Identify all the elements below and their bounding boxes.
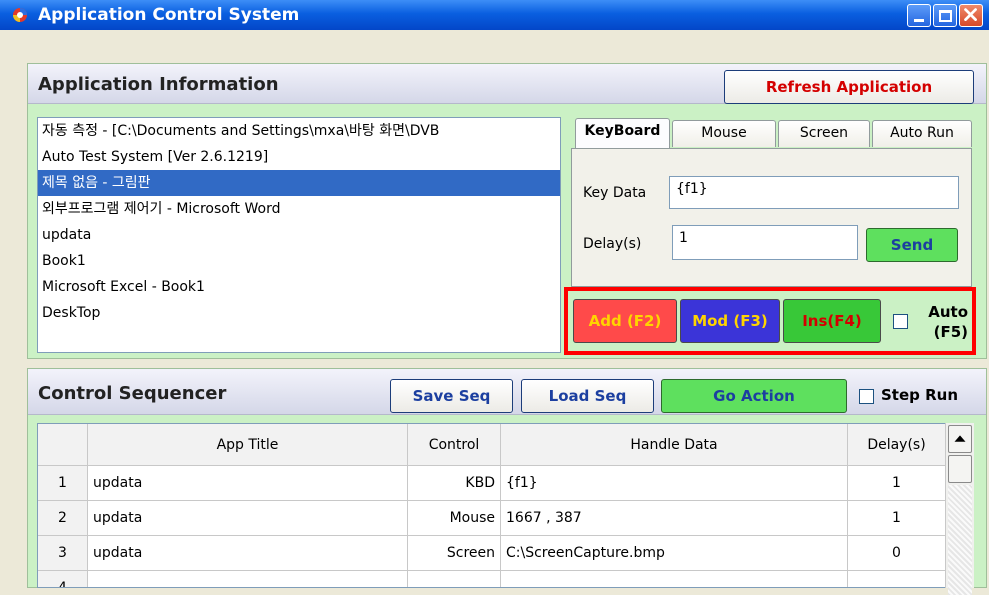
application-list-item[interactable]: DeskTop xyxy=(38,300,560,326)
application-list-item[interactable]: updata xyxy=(38,222,560,248)
key-data-label: Key Data xyxy=(583,185,647,201)
handle-data-cell[interactable]: 1667 , 387 xyxy=(501,501,848,536)
send-label: Send xyxy=(890,236,934,254)
panel-title: Control Sequencer xyxy=(38,383,227,404)
keyboard-tab-content xyxy=(571,148,972,287)
delay-label: Delay(s) xyxy=(583,236,642,252)
mod-label: Mod (F3) xyxy=(692,312,768,330)
application-list[interactable]: 자동 측정 - [C:\Documents and Settings\mxa\바… xyxy=(37,117,561,353)
load-seq-label: Load Seq xyxy=(548,387,627,405)
load-seq-button[interactable]: Load Seq xyxy=(521,379,654,413)
delay-cell[interactable] xyxy=(848,571,946,587)
auto-label: Auto (F5) xyxy=(912,302,968,342)
column-header-app-title[interactable]: App Title xyxy=(88,424,408,466)
refresh-application-label: Refresh Application xyxy=(765,78,933,96)
window-title: Application Control System xyxy=(38,5,300,25)
table-corner xyxy=(38,424,88,466)
application-list-item[interactable]: Auto Test System [Ver 2.6.1219] xyxy=(38,144,560,170)
control-cell[interactable]: Mouse xyxy=(408,501,501,536)
tab-keyboard[interactable]: KeyBoard xyxy=(575,118,670,148)
column-header-handle-data[interactable]: Handle Data xyxy=(501,424,848,466)
row-number-cell[interactable]: 2 xyxy=(38,501,88,536)
handle-data-cell[interactable] xyxy=(501,571,848,587)
application-list-item[interactable]: Book1 xyxy=(38,248,560,274)
control-cell[interactable]: KBD xyxy=(408,466,501,501)
row-number-cell[interactable]: 1 xyxy=(38,466,88,501)
application-list-item[interactable]: Microsoft Excel - Book1 xyxy=(38,274,560,300)
add-button[interactable]: Add (F2) xyxy=(573,299,677,343)
auto-checkbox[interactable] xyxy=(893,314,908,329)
delay-cell[interactable]: 0 xyxy=(848,536,946,571)
go-action-button[interactable]: Go Action xyxy=(661,379,847,413)
handle-data-cell[interactable]: {f1} xyxy=(501,466,848,501)
control-cell[interactable]: Screen xyxy=(408,536,501,571)
tab-auto-run[interactable]: Auto Run xyxy=(872,120,972,147)
column-header-control[interactable]: Control xyxy=(408,424,501,466)
save-seq-button[interactable]: Save Seq xyxy=(390,379,513,413)
add-label: Add (F2) xyxy=(588,312,662,330)
app-title-cell[interactable]: updata xyxy=(88,501,408,536)
step-run-label: Step Run xyxy=(881,386,959,404)
modify-button[interactable]: Mod (F3) xyxy=(680,299,780,343)
tab-screen[interactable]: Screen xyxy=(778,120,870,147)
application-list-item[interactable]: 제목 없음 - 그림판 xyxy=(38,170,560,196)
save-seq-label: Save Seq xyxy=(412,387,491,405)
tab-label: Mouse xyxy=(701,125,747,141)
app-title-cell[interactable]: updata xyxy=(88,536,408,571)
go-action-label: Go Action xyxy=(713,387,795,405)
minimize-icon xyxy=(914,19,924,22)
tab-label: Auto Run xyxy=(890,125,954,141)
scroll-track[interactable] xyxy=(948,485,972,595)
application-list-item[interactable]: 외부프로그램 제어기 - Microsoft Word xyxy=(38,196,560,222)
scroll-up-button[interactable] xyxy=(948,425,972,453)
close-icon xyxy=(964,8,977,21)
handle-data-cell[interactable]: C:\ScreenCapture.bmp xyxy=(501,536,848,571)
app-title-cell[interactable] xyxy=(88,571,408,587)
column-header-delay[interactable]: Delay(s) xyxy=(848,424,946,466)
row-number-cell[interactable]: 4 xyxy=(38,571,88,587)
delay-cell[interactable]: 1 xyxy=(848,466,946,501)
window-titlebar[interactable]: Application Control System xyxy=(0,0,989,30)
scroll-thumb[interactable] xyxy=(948,455,972,483)
table-vertical-scrollbar[interactable] xyxy=(945,423,974,595)
app-title-cell[interactable]: updata xyxy=(88,466,408,501)
auto-label-line2: (F5) xyxy=(933,323,968,341)
refresh-application-button[interactable]: Refresh Application xyxy=(724,70,974,104)
maximize-button[interactable] xyxy=(933,4,957,27)
app-logo-icon xyxy=(13,8,27,22)
auto-label-line1: Auto xyxy=(928,303,968,321)
minimize-button[interactable] xyxy=(907,4,931,27)
ins-label: Ins(F4) xyxy=(802,312,862,330)
scroll-up-arrow-icon xyxy=(954,435,966,442)
application-list-item[interactable]: 자동 측정 - [C:\Documents and Settings\mxa\바… xyxy=(38,118,560,144)
insert-button[interactable]: Ins(F4) xyxy=(783,299,881,343)
send-button[interactable]: Send xyxy=(866,228,958,262)
key-data-input[interactable]: {f1} xyxy=(669,176,959,209)
tab-mouse[interactable]: Mouse xyxy=(672,120,776,147)
step-run-checkbox[interactable] xyxy=(859,389,874,404)
sequence-table[interactable]: App Title Control Handle Data Delay(s) 1… xyxy=(37,423,974,588)
row-number-cell[interactable]: 3 xyxy=(38,536,88,571)
panel-title: Application Information xyxy=(38,74,279,95)
control-cell[interactable] xyxy=(408,571,501,587)
tab-label: KeyBoard xyxy=(584,123,661,139)
delay-input[interactable]: 1 xyxy=(672,225,858,260)
tab-label: Screen xyxy=(799,125,849,141)
close-button[interactable] xyxy=(959,4,983,27)
delay-cell[interactable]: 1 xyxy=(848,501,946,536)
maximize-icon xyxy=(939,10,952,22)
